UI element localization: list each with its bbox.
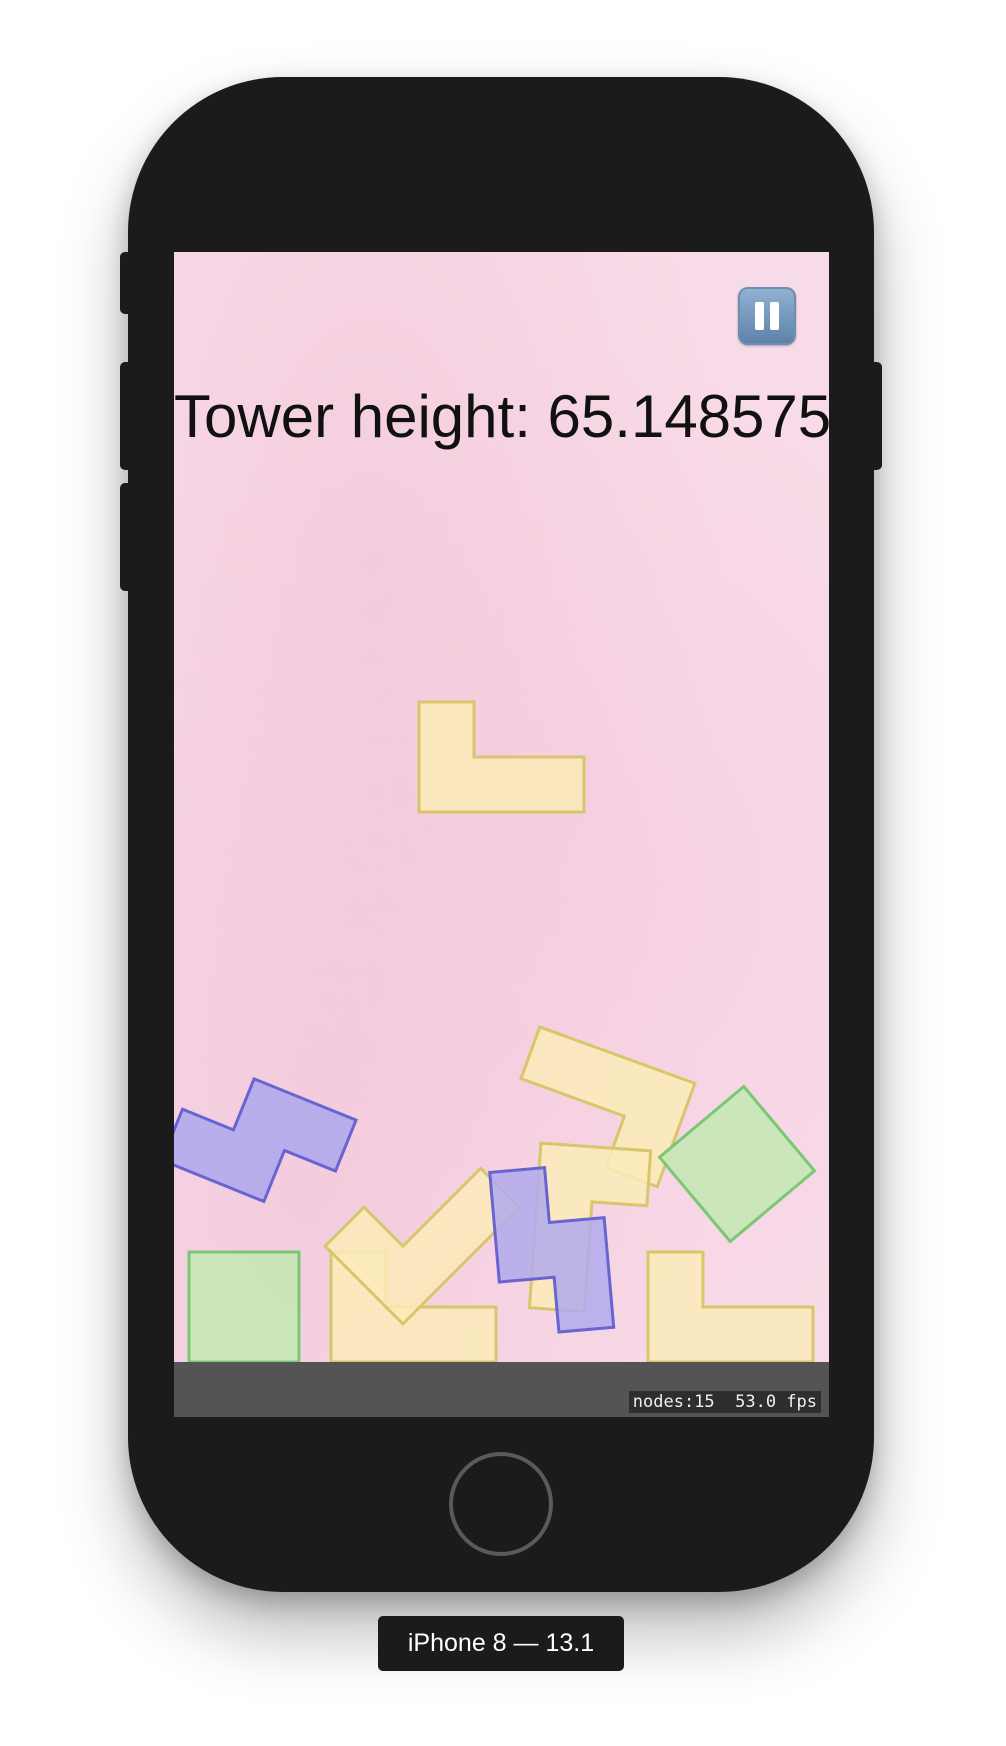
power-button: [868, 362, 882, 470]
green-square-block: [187, 1250, 301, 1364]
purple-z-block-left: [174, 1076, 359, 1204]
game-screen[interactable]: Tower height: 65.148575 nodes:15 53.0 fp…: [174, 252, 829, 1417]
debug-stats-label: nodes:15 53.0 fps: [628, 1391, 821, 1413]
yellow-l-block-right: [646, 1250, 815, 1364]
volume-up-button: [120, 362, 134, 470]
device-label: iPhone 8 — 13.1: [378, 1616, 624, 1671]
falling-piece-yellow-l: [417, 700, 586, 814]
volume-down-button: [120, 483, 134, 591]
home-button[interactable]: [449, 1452, 553, 1556]
pieces-layer: [174, 700, 817, 1364]
silent-switch: [120, 252, 134, 314]
